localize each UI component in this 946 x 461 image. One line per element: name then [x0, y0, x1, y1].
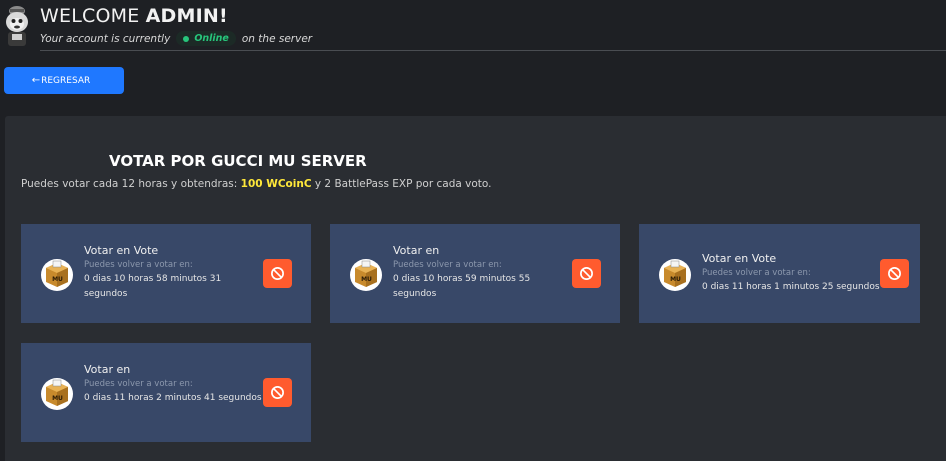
- account-status: Your account is currently Online on the …: [40, 31, 312, 46]
- status-suffix: on the server: [241, 32, 313, 45]
- desc-suffix: y 2 BattlePass EXP por cada voto.: [314, 178, 492, 190]
- vote-site-name: Votar en: [393, 244, 440, 257]
- vote-cooldown-label: Puedes volver a votar en:: [393, 260, 502, 270]
- svg-text:MU: MU: [52, 395, 63, 402]
- ballot-box-icon: MU: [659, 259, 691, 291]
- desc-prefix: Puedes votar cada 12 horas y obtendras:: [21, 178, 238, 190]
- panel-title: VOTAR POR GUCCI MU SERVER: [109, 152, 367, 170]
- vote-cooldown-time: 0 dias 10 horas 59 minutos 55 segundos: [393, 274, 531, 299]
- vote-blocked-button[interactable]: [263, 378, 292, 407]
- vote-site-name: Votar en Vote: [84, 244, 159, 257]
- online-badge-label: Online: [194, 33, 229, 44]
- vote-card-text: Votar en Vote Puedes volver a votar en: …: [84, 244, 262, 302]
- online-dot-icon: [183, 35, 190, 42]
- svg-text:MU: MU: [670, 276, 681, 283]
- header: WELCOME ADMIN! Your account is currently…: [0, 0, 946, 52]
- welcome-title: WELCOME ADMIN!: [40, 5, 228, 27]
- vote-panel: VOTAR POR GUCCI MU SERVER Puedes votar c…: [5, 116, 946, 461]
- vote-card-text: Votar en Puedes volver a votar en: 0 dia…: [84, 363, 262, 406]
- vote-site-name: Votar en: [84, 363, 131, 376]
- status-prefix: Your account is currently: [40, 32, 171, 45]
- vote-card: MU Votar en Puedes volver a votar en: 0 …: [21, 343, 311, 442]
- ballot-box-icon: MU: [350, 259, 382, 291]
- vote-card: MU Votar en Vote Puedes volver a votar e…: [639, 224, 920, 323]
- back-button-label: REGRESAR: [41, 75, 91, 86]
- back-button[interactable]: ← REGRESAR: [4, 67, 124, 94]
- vote-blocked-button[interactable]: [880, 259, 909, 288]
- ballot-box-icon: MU: [41, 378, 73, 410]
- ballot-box-icon: MU: [41, 259, 73, 291]
- panel-description: Puedes votar cada 12 horas y obtendras: …: [21, 178, 491, 190]
- vote-blocked-button[interactable]: [572, 259, 601, 288]
- arrow-left-icon: ←: [31, 75, 41, 86]
- online-badge: Online: [176, 31, 236, 46]
- welcome-name: ADMIN!: [145, 5, 228, 27]
- welcome-prefix: WELCOME: [40, 5, 140, 27]
- vote-cooldown-label: Puedes volver a votar en:: [702, 268, 811, 278]
- avatar: [6, 6, 28, 46]
- vote-card: MU Votar en Puedes volver a votar en: 0 …: [330, 224, 620, 323]
- blocked-icon: [271, 386, 284, 399]
- vote-cooldown-time: 0 dias 11 horas 1 minutos 25 segundos: [702, 282, 880, 292]
- header-divider: [40, 50, 946, 51]
- vote-cooldown-label: Puedes volver a votar en:: [84, 379, 193, 389]
- blocked-icon: [580, 267, 593, 280]
- vote-cooldown-time: 0 dias 10 horas 58 minutos 31 segundos: [84, 274, 222, 299]
- vote-card-text: Votar en Vote Puedes volver a votar en: …: [702, 252, 887, 295]
- desc-reward: 100 WCoinC: [240, 178, 312, 190]
- vote-card-text: Votar en Puedes volver a votar en: 0 dia…: [393, 244, 571, 302]
- vote-blocked-button[interactable]: [263, 259, 292, 288]
- vote-cooldown-label: Puedes volver a votar en:: [84, 260, 193, 270]
- svg-text:MU: MU: [52, 276, 63, 283]
- svg-text:MU: MU: [361, 276, 372, 283]
- blocked-icon: [271, 267, 284, 280]
- vote-cooldown-time: 0 dias 11 horas 2 minutos 41 segundos: [84, 393, 262, 403]
- vote-card: MU Votar en Vote Puedes volver a votar e…: [21, 224, 311, 323]
- vote-site-name: Votar en Vote: [702, 252, 777, 265]
- blocked-icon: [888, 267, 901, 280]
